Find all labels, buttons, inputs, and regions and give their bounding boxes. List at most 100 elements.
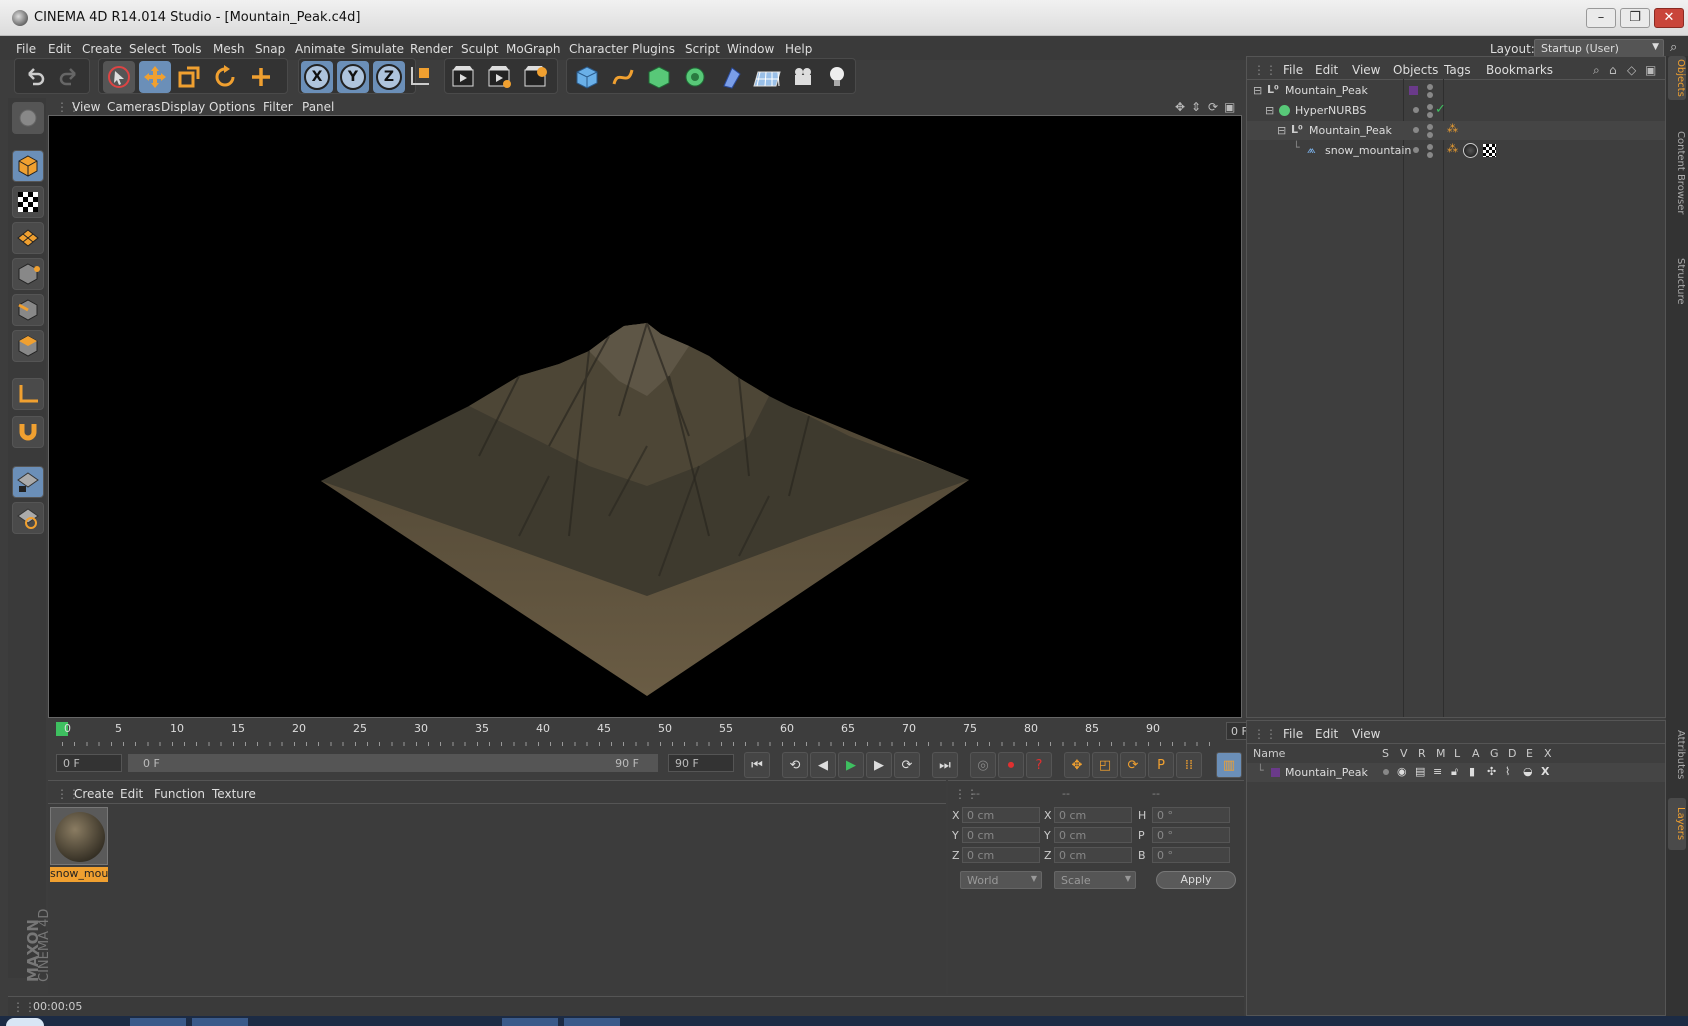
tab-objects[interactable]: Objects [1668, 56, 1686, 100]
cube-icon[interactable] [571, 61, 603, 93]
key-position-icon[interactable]: ✥ [1064, 752, 1090, 778]
start-button[interactable] [6, 1018, 44, 1026]
play-icon[interactable]: ▶ [838, 752, 864, 778]
model-mode-icon[interactable] [12, 150, 44, 182]
lock-icon[interactable]: 🔓︎ [1451, 765, 1458, 779]
objects-menu-objects[interactable]: Objects [1393, 63, 1438, 77]
column-header-visible[interactable]: V [1400, 747, 1408, 760]
objects-menu-tags[interactable]: Tags [1444, 63, 1471, 77]
keyframe-selection-icon[interactable]: ? [1026, 752, 1052, 778]
camera-icon[interactable] [787, 61, 819, 93]
visibility-dot[interactable] [1427, 104, 1433, 110]
size-y-field[interactable]: 0 cm [1054, 827, 1132, 843]
coordinate-space-select[interactable]: World ▼ [960, 871, 1042, 889]
locked-workplane-icon[interactable] [12, 466, 44, 498]
position-x-field[interactable]: 0 cm [962, 807, 1040, 823]
menu-mesh[interactable]: Mesh [213, 42, 245, 56]
viewport-nav-zoom-icon[interactable]: ⇕ [1191, 100, 1201, 114]
previous-key-icon[interactable]: ⟲ [782, 752, 808, 778]
workplane-mode-icon[interactable] [12, 222, 44, 254]
menu-simulate[interactable]: Simulate [351, 42, 404, 56]
scale-icon[interactable] [173, 61, 205, 93]
rotation-h-field[interactable]: 0 ° [1152, 807, 1230, 823]
layers-menu-edit[interactable]: Edit [1315, 727, 1338, 741]
z-axis-icon[interactable]: Z [373, 61, 405, 93]
position-y-field[interactable]: 0 cm [962, 827, 1040, 843]
deformer-icon[interactable]: ⌇ [1505, 765, 1510, 778]
phong-tag-icon[interactable]: ⁂ [1447, 122, 1458, 135]
menu-snap[interactable]: Snap [255, 42, 285, 56]
render-view-icon[interactable] [447, 61, 479, 93]
timeline-ruler[interactable]: 0 5 10 15 20 25 30 35 40 45 50 55 60 65 … [48, 720, 1290, 748]
layer-color-swatch[interactable] [1271, 768, 1280, 777]
tab-content-browser[interactable]: Content Browser [1668, 108, 1686, 238]
key-parameter-icon[interactable]: P [1148, 752, 1174, 778]
y-axis-icon[interactable]: Y [337, 61, 369, 93]
spline-icon[interactable] [607, 61, 639, 93]
viewport-menu-filter[interactable]: Filter [263, 100, 293, 114]
next-frame-icon[interactable]: ▶ [866, 752, 892, 778]
redo-icon[interactable] [53, 61, 85, 93]
menu-window[interactable]: Window [727, 42, 774, 56]
visibility-dot[interactable] [1413, 147, 1419, 153]
material-menu-function[interactable]: Function [154, 787, 205, 801]
menu-animate[interactable]: Animate [295, 42, 345, 56]
column-header-xref[interactable]: X [1544, 747, 1552, 760]
menu-edit[interactable]: Edit [48, 42, 71, 56]
objects-menu-bookmarks[interactable]: Bookmarks [1486, 63, 1553, 77]
layer-solo-toggle[interactable] [1383, 769, 1389, 775]
collapse-icon[interactable]: ◇ [1627, 63, 1636, 77]
phong-tag-icon[interactable]: ⁂ [1447, 142, 1458, 155]
column-header-render[interactable]: R [1418, 747, 1426, 760]
column-header-solo[interactable]: S [1382, 747, 1389, 760]
viewport-menu-panel[interactable]: Panel [302, 100, 334, 114]
viewport-menu-view[interactable]: View [72, 100, 100, 114]
xref-icon[interactable]: X [1541, 765, 1549, 778]
size-z-field[interactable]: 0 cm [1054, 847, 1132, 863]
render-picture-viewer-icon[interactable] [483, 61, 515, 93]
autokey-icon[interactable]: ⏺ [998, 752, 1024, 778]
layout-select[interactable]: Startup (User) ▼ [1534, 39, 1664, 57]
layers-menu-view[interactable]: View [1352, 727, 1380, 741]
previous-frame-icon[interactable]: ◀ [810, 752, 836, 778]
tab-attributes[interactable]: Attributes [1668, 720, 1686, 790]
material-menu-edit[interactable]: Edit [120, 787, 143, 801]
position-z-field[interactable]: 0 cm [962, 847, 1040, 863]
coordinate-system-icon[interactable] [404, 60, 436, 92]
manager-icon[interactable]: ≡ [1433, 765, 1442, 778]
viewport-maximize-icon[interactable]: ▣ [1224, 100, 1235, 114]
column-header-deformers[interactable]: D [1508, 747, 1516, 760]
visibility-dot[interactable] [1427, 132, 1433, 138]
light-icon[interactable] [821, 61, 853, 93]
expand-icon[interactable]: ⊟ [1253, 84, 1262, 97]
menu-plugins[interactable]: Plugins [632, 42, 675, 56]
menu-character[interactable]: Character [569, 42, 628, 56]
animation-icon[interactable]: ▮ [1469, 765, 1475, 778]
column-header-manager[interactable]: M [1436, 747, 1446, 760]
render-icon[interactable]: ▤ [1415, 765, 1425, 778]
menu-script[interactable]: Script [685, 42, 720, 56]
menu-sculpt[interactable]: Sculpt [461, 42, 498, 56]
menu-mograph[interactable]: MoGraph [506, 42, 561, 56]
environment-icon[interactable] [751, 61, 783, 93]
next-key-icon[interactable]: ⟳ [894, 752, 920, 778]
tab-structure[interactable]: Structure [1668, 246, 1686, 316]
objects-menu-file[interactable]: File [1283, 63, 1303, 77]
taskbar-app-button[interactable] [502, 1018, 558, 1026]
visibility-dot[interactable] [1427, 112, 1433, 118]
key-rotation-icon[interactable]: ⟳ [1120, 752, 1146, 778]
taskbar-app-button[interactable] [130, 1018, 186, 1026]
visibility-dot[interactable] [1413, 107, 1419, 113]
column-header-generators[interactable]: G [1490, 747, 1499, 760]
expression-icon[interactable]: ◒ [1523, 765, 1533, 778]
magnet-icon[interactable] [12, 416, 44, 448]
polygons-mode-icon[interactable] [12, 330, 44, 362]
apply-button[interactable]: Apply [1156, 871, 1236, 889]
expand-icon[interactable]: ⊟ [1277, 124, 1286, 137]
layer-row[interactable]: └ Mountain_Peak ◉ ▤ ≡ 🔓︎ ▮ ✣ ⌇ ◒ X [1247, 763, 1665, 782]
object-row[interactable]: ⊟ HyperNURBS ✓ [1247, 101, 1665, 120]
grip-icon[interactable]: ⋮⋮ [1253, 727, 1277, 741]
search-icon[interactable]: ⌕ [1593, 63, 1600, 78]
object-row[interactable]: ⊟ L⁰ Mountain_Peak ⁂ [1247, 121, 1665, 140]
grip-icon[interactable]: ⋮⋮ [1253, 63, 1277, 77]
